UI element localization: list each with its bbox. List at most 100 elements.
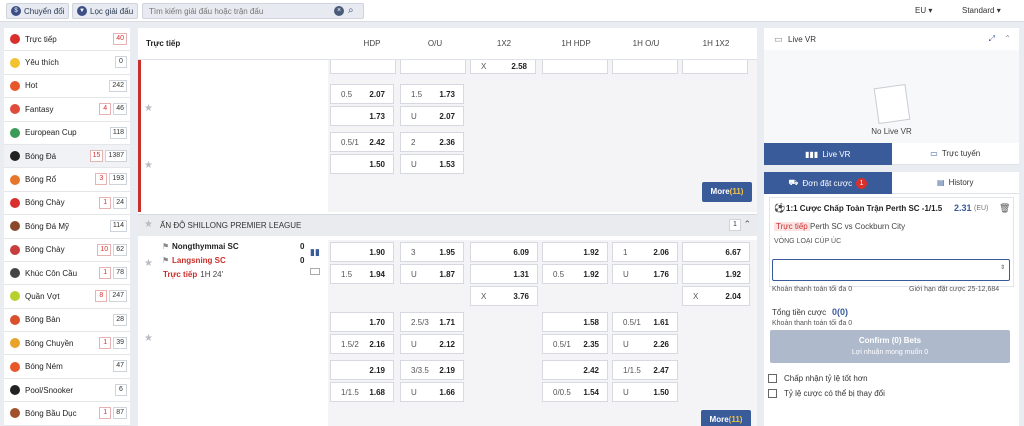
- count-badge: 47: [113, 360, 127, 373]
- trash-icon[interactable]: 🗑: [999, 203, 1010, 214]
- odds-cell[interactable]: 1 2.06: [612, 242, 678, 262]
- live-vr-title: Live VR: [788, 35, 817, 44]
- sidebar-item-label: Bóng Đá Mỹ: [25, 221, 70, 231]
- odds-cell[interactable]: 0.5/1 2.35: [542, 334, 608, 354]
- view-mode-select[interactable]: Standard ▾: [962, 6, 1001, 15]
- odds-cell[interactable]: 2.42: [542, 360, 608, 380]
- convert-button[interactable]: $ Chuyển đổi: [6, 3, 70, 19]
- odds-cell[interactable]: U 1.87: [400, 264, 464, 284]
- sidebar-item[interactable]: Yêu thích 0: [4, 51, 130, 75]
- favorite-star-icon[interactable]: ★: [144, 219, 153, 230]
- odds-cell[interactable]: U 2.12: [400, 334, 464, 354]
- odds-cell[interactable]: 6.67: [682, 242, 750, 262]
- sidebar-item[interactable]: Bóng Chày 10 62: [4, 239, 130, 262]
- odds-cell[interactable]: 1/1.5 2.47: [612, 360, 678, 380]
- odds-cell[interactable]: 1.92: [682, 264, 750, 284]
- favorite-star-icon[interactable]: ★: [144, 160, 153, 171]
- stats-icon[interactable]: ▮▮: [310, 247, 320, 258]
- sidebar-item[interactable]: Bóng Đá Mỹ 114: [4, 215, 130, 239]
- odds-cell[interactable]: 2.5/3 1.71: [400, 312, 464, 332]
- sidebar-item[interactable]: Bóng Bàn 28: [4, 309, 130, 333]
- odds-cell[interactable]: 6.09: [470, 242, 538, 262]
- odds-cell[interactable]: U 1.53: [400, 154, 464, 174]
- clear-icon[interactable]: ×: [334, 6, 344, 16]
- search-icon[interactable]: ⌕: [348, 5, 359, 16]
- odds-change-checkbox[interactable]: [768, 389, 777, 398]
- sidebar-item[interactable]: European Cup 118: [4, 122, 130, 145]
- favorite-star-icon[interactable]: ★: [144, 258, 153, 269]
- sidebar-item[interactable]: Fantasy 4 46: [4, 98, 130, 122]
- tab-betslip[interactable]: ⛟ Đơn đặt cược 1: [764, 172, 892, 194]
- more-button[interactable]: More(11): [702, 182, 752, 202]
- favorite-star-icon[interactable]: ★: [144, 103, 153, 114]
- home-team[interactable]: Nongthymmai SC: [172, 242, 239, 251]
- col-1x2: 1X2: [496, 39, 512, 48]
- odds-cell[interactable]: 1.70: [330, 312, 394, 332]
- sidebar-item[interactable]: Hot 242: [4, 75, 130, 99]
- odds-cell[interactable]: U 2.07: [400, 106, 464, 126]
- league-header[interactable]: ★ ẤN ĐỘ SHILLONG PREMIER LEAGUE 1 ⌃: [138, 214, 757, 236]
- odds-cell[interactable]: 1.5 1.73: [400, 84, 464, 104]
- top-bar: $ Chuyển đổi ▼ Lọc giải đấu × ⌕ EU ▾ Sta…: [0, 0, 1024, 22]
- tab-history[interactable]: ▤ History: [891, 172, 1019, 194]
- odds-cell[interactable]: 0.5 1.92: [542, 264, 608, 284]
- odds-cell[interactable]: 1.50: [330, 154, 394, 174]
- odds-cell[interactable]: 1.73: [330, 106, 394, 126]
- chart-icon: ▮▮▮: [805, 149, 819, 159]
- sidebar-item[interactable]: Bóng Đá 15 1387: [4, 144, 130, 169]
- accept-better-odds-checkbox[interactable]: [768, 374, 777, 383]
- odds-cell[interactable]: 3 1.95: [400, 242, 464, 262]
- odds-cell[interactable]: 1.31: [470, 264, 538, 284]
- sidebar-item[interactable]: Trực tiếp 40: [4, 28, 130, 52]
- stake-input[interactable]: [772, 259, 1010, 281]
- sidebar-item[interactable]: Bóng Chày 1 24: [4, 192, 130, 216]
- odds-cell[interactable]: U 1.76: [612, 264, 678, 284]
- odds-cell[interactable]: X 3.76: [470, 286, 538, 306]
- tv-icon: ▭: [930, 149, 938, 158]
- odds-cell[interactable]: X 2.04: [682, 286, 750, 306]
- search-input[interactable]: [143, 4, 319, 18]
- sidebar-item[interactable]: Pool/Snooker 6: [4, 379, 130, 403]
- confirm-bets-button[interactable]: Confirm (0) Bets Lợi nhuận mong muốn 0: [770, 330, 1010, 363]
- expand-icon[interactable]: ⤢: [989, 34, 995, 44]
- odds-cell[interactable]: 0.5 2.07: [330, 84, 394, 104]
- odds-cell[interactable]: U 1.66: [400, 382, 464, 402]
- filter-league-button[interactable]: ▼ Lọc giải đấu: [72, 3, 139, 19]
- odds-cell[interactable]: X 2.58: [470, 60, 536, 74]
- odds-cell[interactable]: 0.5/1 2.42: [330, 132, 394, 152]
- sidebar-item[interactable]: Bóng Ném 47: [4, 355, 130, 379]
- sidebar-item[interactable]: Bóng Chuyền 1 39: [4, 332, 130, 356]
- sidebar-item[interactable]: Khúc Côn Cầu 1 78: [4, 262, 130, 286]
- more-button[interactable]: More(11): [701, 410, 751, 426]
- collapse-icon[interactable]: ⌃: [743, 219, 751, 230]
- tv-icon[interactable]: [310, 268, 320, 275]
- odds-cell[interactable]: 1.58: [542, 312, 608, 332]
- odds-cell[interactable]: 1.5/2 2.16: [330, 334, 394, 354]
- league-count: 1: [729, 219, 741, 231]
- sidebar-item[interactable]: Quần Vợt 8 247: [4, 285, 130, 309]
- odds-cell[interactable]: 0.5/1 1.61: [612, 312, 678, 332]
- tab-live-vr[interactable]: ▮▮▮ Live VR: [764, 143, 892, 165]
- odds-cell[interactable]: 1/1.5 1.68: [330, 382, 394, 402]
- odds-cell[interactable]: 0/0.5 1.54: [542, 382, 608, 402]
- odds-cell[interactable]: 2.19: [330, 360, 394, 380]
- odds-cell[interactable]: 1.90: [330, 242, 394, 262]
- stepper-icon[interactable]: ⇕: [1000, 264, 1005, 271]
- count-badge: 78: [113, 266, 127, 279]
- odds-cell[interactable]: 1.92: [542, 242, 608, 262]
- odds-cell[interactable]: 3/3.5 2.19: [400, 360, 464, 380]
- chevron-up-icon[interactable]: ⌃: [1004, 34, 1011, 43]
- favorite-star-icon[interactable]: ★: [144, 333, 153, 344]
- live-vr-panel: ▭ Live VR ⤢ ⌃ No Live VR ▮▮▮ Live VR ▭ Trự…: [764, 28, 1019, 165]
- tab-online[interactable]: ▭ Trực tuyến: [891, 143, 1019, 165]
- odds-cell[interactable]: 2 2.36: [400, 132, 464, 152]
- total-stake-value: 0(0): [832, 307, 849, 317]
- odds-format-select[interactable]: EU ▾: [915, 6, 932, 15]
- sidebar-item[interactable]: Bóng Bầu Dục 1 87: [4, 402, 130, 426]
- odds-cell[interactable]: U 2.26: [612, 334, 678, 354]
- odds-cell[interactable]: U 1.50: [612, 382, 678, 402]
- live-count-badge: 1: [99, 266, 112, 279]
- sidebar-item[interactable]: Bóng Rổ 3 193: [4, 168, 130, 192]
- away-team[interactable]: Langsning SC: [172, 256, 226, 265]
- odds-cell[interactable]: 1.5 1.94: [330, 264, 394, 284]
